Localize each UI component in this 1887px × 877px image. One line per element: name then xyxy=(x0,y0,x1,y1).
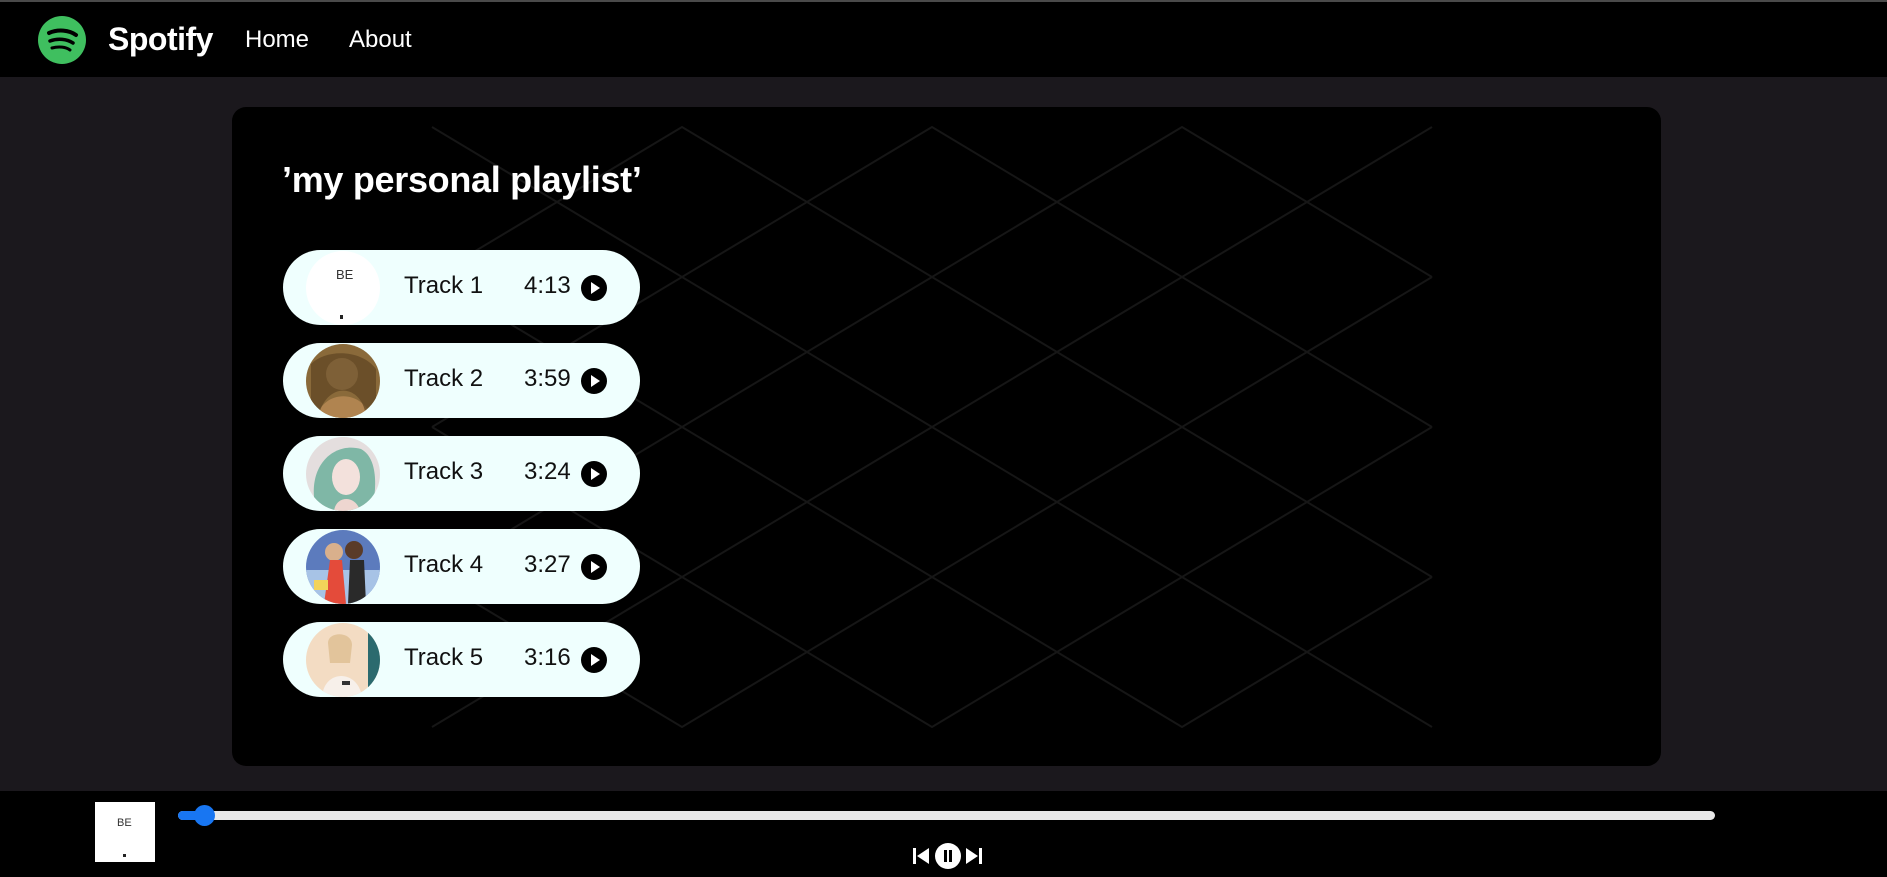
playlist-panel: ’my personal playlist’ BE Track 1 4:13 T… xyxy=(232,107,1661,766)
play-icon[interactable] xyxy=(581,647,607,673)
progress-track xyxy=(178,811,1715,820)
track-row[interactable]: BE Track 1 4:13 xyxy=(283,250,640,325)
track-duration: 3:27 xyxy=(524,551,571,578)
album-art-portrait xyxy=(306,623,380,697)
album-art-portrait xyxy=(306,530,380,604)
svg-text:BE: BE xyxy=(117,817,132,829)
album-art-be: BE xyxy=(95,802,155,862)
nav-link-about[interactable]: About xyxy=(349,26,412,54)
track-list: BE Track 1 4:13 Track 2 3:59 Track 3 3:2… xyxy=(283,250,640,715)
progress-slider[interactable] xyxy=(178,805,1715,826)
track-row[interactable]: Track 2 3:59 xyxy=(283,343,640,418)
track-name: Track 5 xyxy=(404,644,484,671)
album-art-be: BE xyxy=(306,251,380,325)
track-row[interactable]: Track 5 3:16 xyxy=(283,622,640,697)
playback-controls xyxy=(912,843,982,869)
pause-icon[interactable] xyxy=(935,843,961,869)
track-row[interactable]: Track 4 3:27 xyxy=(283,529,640,604)
track-name: Track 2 xyxy=(404,365,484,392)
track-name: Track 3 xyxy=(404,458,484,485)
brand-name[interactable]: Spotify xyxy=(108,21,213,58)
play-icon[interactable] xyxy=(581,554,607,580)
spotify-logo-icon[interactable] xyxy=(38,16,86,64)
play-icon[interactable] xyxy=(581,461,607,487)
track-duration: 3:16 xyxy=(524,644,571,671)
playlist-title: ’my personal playlist’ xyxy=(282,159,642,200)
navbar: Spotify Home About xyxy=(0,2,1887,77)
play-icon[interactable] xyxy=(581,368,607,394)
progress-thumb[interactable] xyxy=(194,805,216,826)
track-row[interactable]: Track 3 3:24 xyxy=(283,436,640,511)
next-icon[interactable] xyxy=(965,847,983,865)
play-icon[interactable] xyxy=(581,275,607,301)
track-duration: 4:13 xyxy=(524,272,571,299)
track-name: Track 4 xyxy=(404,551,484,578)
track-duration: 3:59 xyxy=(524,365,571,392)
player-bar: BE xyxy=(0,791,1887,877)
svg-text:BE: BE xyxy=(336,267,354,282)
previous-icon[interactable] xyxy=(912,847,930,865)
album-art-portrait xyxy=(306,437,380,511)
track-duration: 3:24 xyxy=(524,458,571,485)
track-name: Track 1 xyxy=(404,272,484,299)
nav-link-home[interactable]: Home xyxy=(245,26,309,54)
album-art-portrait xyxy=(306,344,380,418)
